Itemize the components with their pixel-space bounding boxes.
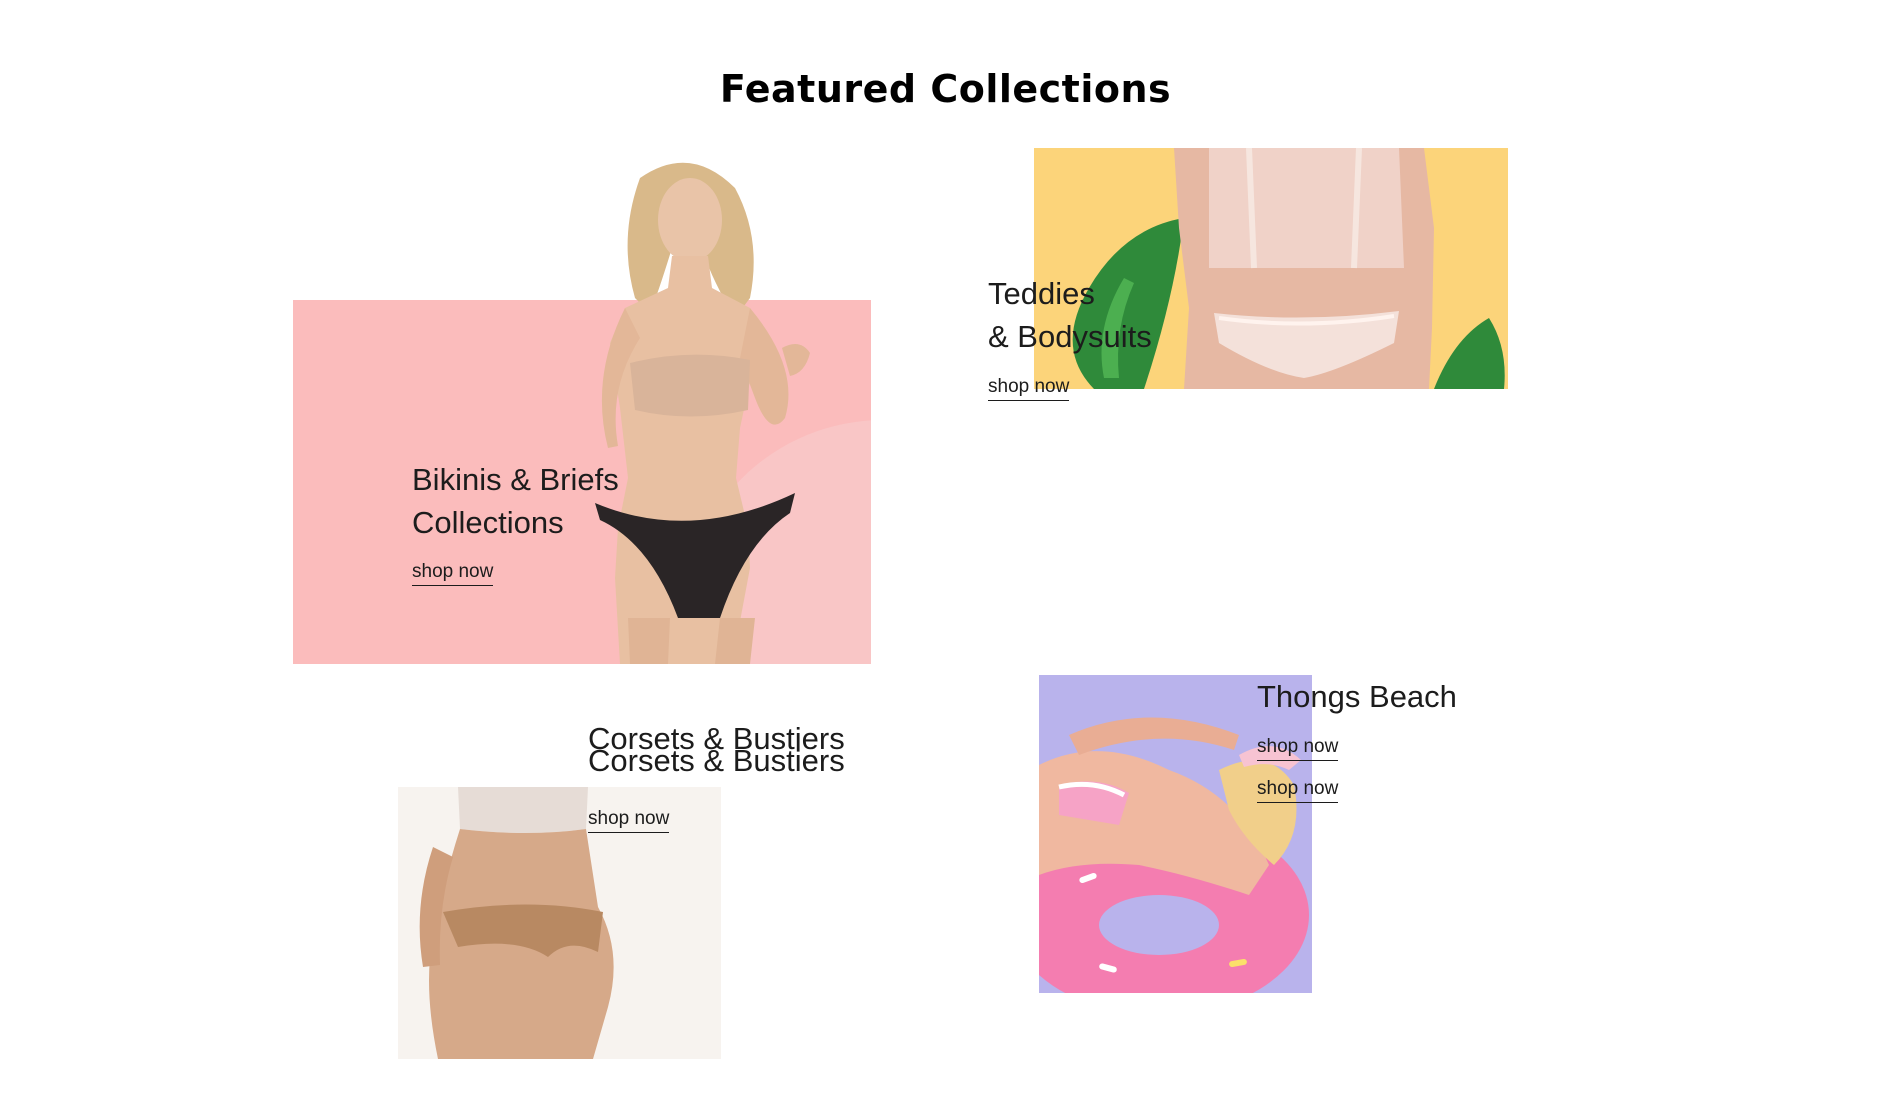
collection-image-corsets[interactable] (398, 787, 721, 1059)
shop-now-link-thongs[interactable]: shop now (1257, 736, 1339, 761)
collection-title-line: Corsets & Bustiers (588, 743, 845, 778)
shop-now-link-bikinis[interactable]: shop now (412, 561, 494, 586)
collection-title-bikinis: Bikinis & Briefs Collections (412, 458, 619, 544)
shop-now-link-teddies[interactable]: shop now (988, 376, 1070, 401)
collection-title-line: Bikinis & Briefs (412, 462, 619, 497)
collection-title-thongs: Thongs Beach (1257, 675, 1457, 718)
collection-title-line: Teddies (988, 276, 1095, 311)
collection-title-line: & Bodysuits (988, 319, 1152, 354)
collection-image-bikinis[interactable] (500, 148, 860, 664)
collection-title-teddies: Teddies & Bodysuits (988, 272, 1152, 358)
collection-title-line: Collections (412, 505, 564, 540)
shop-now-link-thongs-2[interactable]: shop now (1257, 778, 1339, 803)
collection-image-thongs[interactable] (1039, 675, 1312, 993)
page-title: Featured Collections (719, 67, 1172, 112)
collection-title-line: Thongs Beach (1257, 679, 1457, 714)
shop-now-link-corsets[interactable]: shop now (588, 808, 670, 833)
collection-title-corsets: Corsets & Bustiers Corsets & Bustiers (588, 723, 845, 778)
